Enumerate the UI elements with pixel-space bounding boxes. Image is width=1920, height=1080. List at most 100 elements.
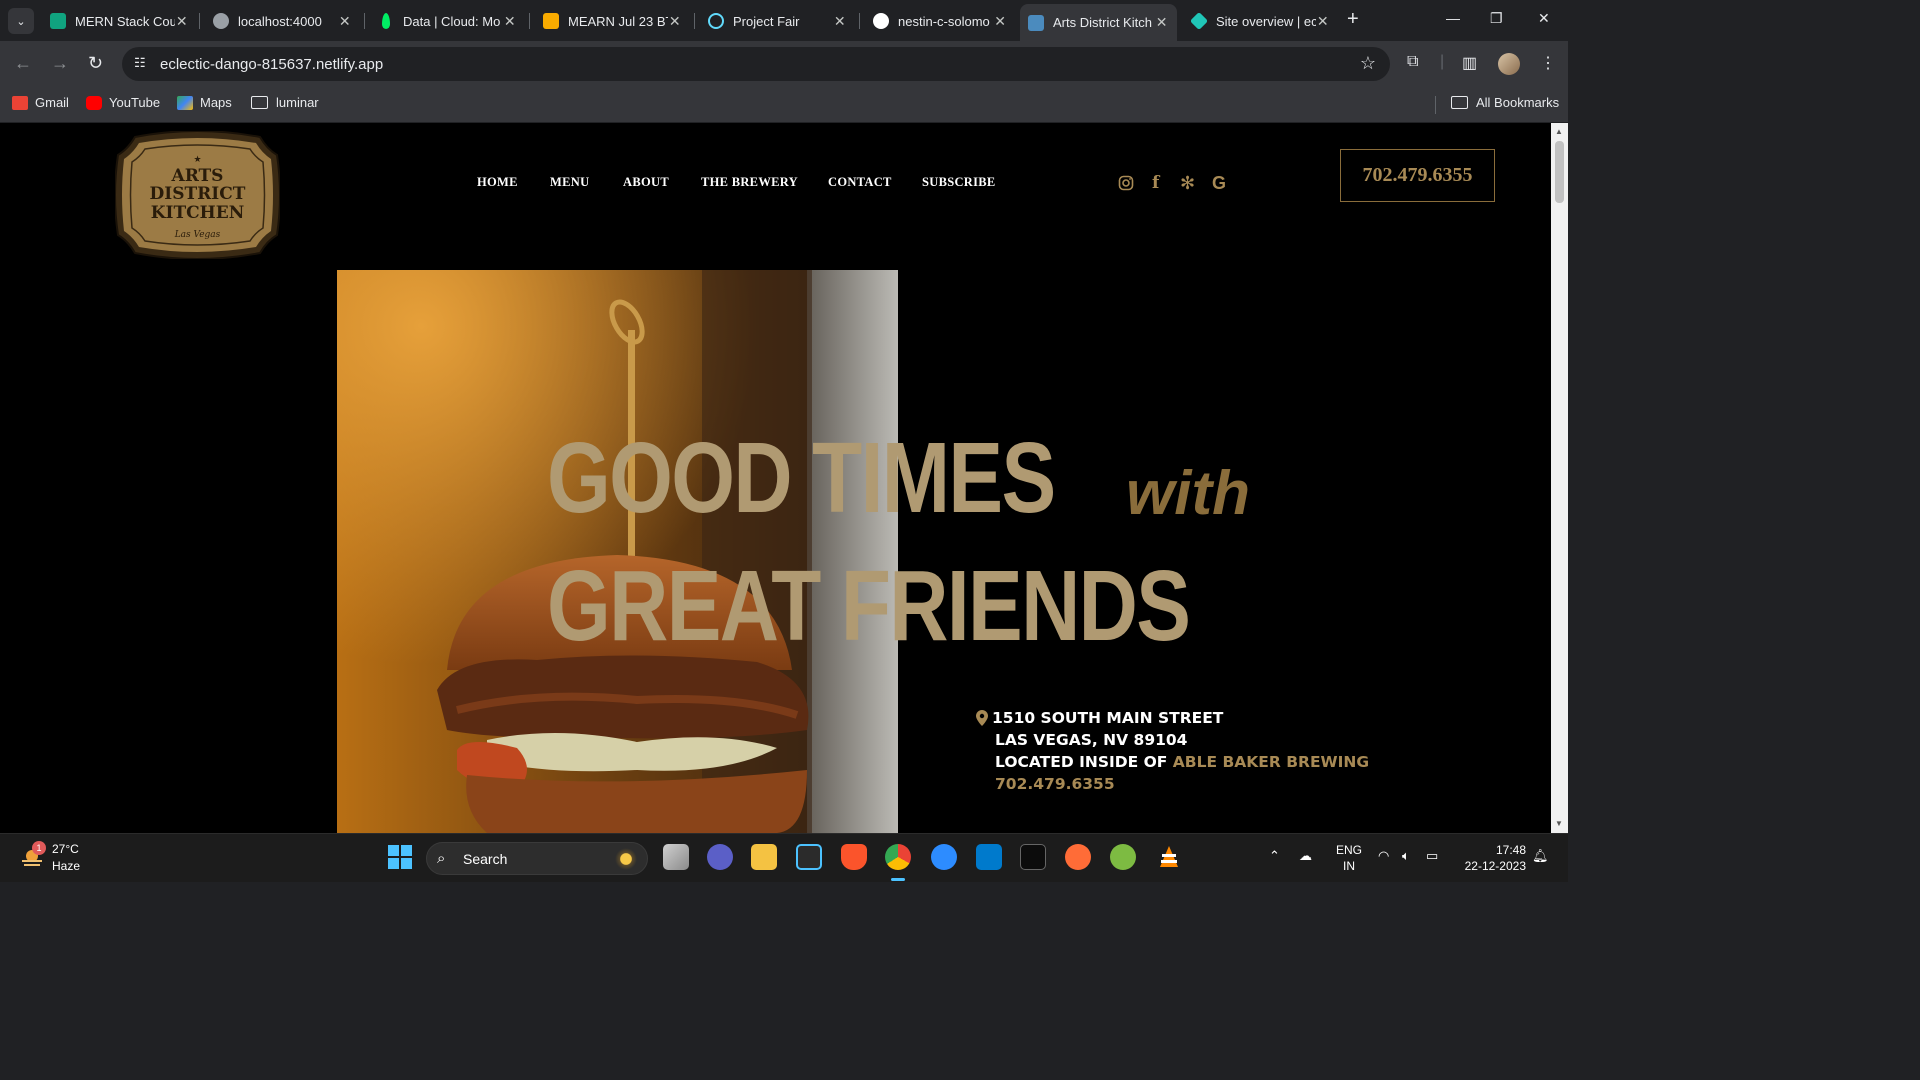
close-icon[interactable]: ✕ bbox=[833, 13, 847, 30]
forward-button[interactable]: → bbox=[51, 53, 69, 74]
scroll-thumb[interactable] bbox=[1555, 141, 1564, 203]
close-icon[interactable]: ✕ bbox=[338, 13, 352, 30]
zoom-icon[interactable] bbox=[931, 844, 957, 870]
nav-home[interactable]: HOME bbox=[477, 175, 518, 190]
phone-button[interactable]: 702.479.6355 bbox=[1340, 149, 1495, 202]
tab-2[interactable]: Data | Cloud: Mo ✕ bbox=[370, 6, 525, 36]
cloud-app-icon[interactable] bbox=[1110, 844, 1136, 870]
nav-about[interactable]: ABOUT bbox=[623, 175, 669, 190]
postman-icon[interactable] bbox=[1065, 844, 1091, 870]
scroll-down-arrow[interactable]: ▼ bbox=[1555, 819, 1563, 828]
brewery-link[interactable]: ABLE BAKER BREWING bbox=[1173, 753, 1369, 771]
vlc-icon[interactable] bbox=[1156, 844, 1182, 870]
address-bar[interactable]: ☷ eclectic-dango-815637.netlify.app ☆ bbox=[122, 47, 1390, 81]
wifi-icon[interactable]: ◠ bbox=[1378, 848, 1389, 864]
new-tab-button[interactable]: + bbox=[1347, 9, 1359, 29]
terminal-icon[interactable] bbox=[1020, 844, 1046, 870]
nav-subscribe[interactable]: SUBSCRIBE bbox=[922, 175, 996, 190]
task-view-icon[interactable] bbox=[663, 844, 689, 870]
search-icon: ⌕ bbox=[437, 850, 446, 867]
address-phone[interactable]: 702.479.6355 bbox=[995, 775, 1115, 793]
yelp-icon[interactable]: ✻ bbox=[1180, 173, 1195, 194]
tab-search-button[interactable]: ⌄ bbox=[8, 8, 34, 34]
restore-button[interactable]: ❐ bbox=[1490, 10, 1503, 27]
instagram-icon[interactable] bbox=[1118, 175, 1134, 191]
minimize-button[interactable]: — bbox=[1446, 10, 1460, 26]
google-icon[interactable]: G bbox=[1212, 173, 1226, 194]
battery-icon[interactable]: ▭ bbox=[1426, 848, 1438, 864]
vscode-icon[interactable] bbox=[976, 844, 1002, 870]
taskbar-search[interactable]: ⌕ Search bbox=[426, 842, 648, 875]
tab-1[interactable]: localhost:4000 ✕ bbox=[205, 6, 360, 36]
folder-icon bbox=[1451, 96, 1468, 109]
close-icon[interactable]: ✕ bbox=[668, 13, 682, 30]
side-panel-icon[interactable]: ▥ bbox=[1462, 53, 1477, 73]
system-clock[interactable]: 17:48 22-12-2023 bbox=[1465, 842, 1526, 874]
close-icon[interactable]: ✕ bbox=[993, 13, 1007, 30]
brave-browser-icon[interactable] bbox=[841, 844, 867, 870]
region-text: IN bbox=[1343, 859, 1355, 873]
tab-5[interactable]: nestin-c-solomo ✕ bbox=[865, 6, 1015, 36]
tab-divider bbox=[364, 13, 365, 29]
bookmark-folder-luminar[interactable]: luminar bbox=[251, 95, 319, 110]
show-hidden-icons-chevron-icon[interactable]: ⌃ bbox=[1269, 848, 1280, 864]
logo-text-arts: ARTS bbox=[171, 166, 224, 186]
page-scrollbar[interactable]: ▲ ▼ bbox=[1551, 123, 1568, 833]
arts-district-kitchen-logo[interactable]: ★ ARTS DISTRICT KITCHEN Las Vegas bbox=[115, 131, 280, 259]
all-bookmarks-button[interactable]: All Bookmarks bbox=[1451, 95, 1559, 110]
chrome-icon[interactable] bbox=[885, 844, 911, 870]
onedrive-icon[interactable]: ☁ bbox=[1299, 848, 1312, 864]
back-button[interactable]: ← bbox=[14, 53, 32, 74]
close-icon[interactable]: ✕ bbox=[1154, 14, 1169, 31]
weather-condition[interactable]: Haze bbox=[52, 859, 80, 873]
nav-menu[interactable]: MENU bbox=[550, 175, 589, 190]
gmail-icon bbox=[12, 95, 28, 110]
bookmark-star-icon[interactable]: ☆ bbox=[1360, 53, 1376, 74]
react-icon bbox=[708, 13, 724, 29]
site-settings-icon[interactable]: ☷ bbox=[134, 55, 152, 73]
reload-button[interactable]: ↻ bbox=[88, 53, 103, 74]
close-icon[interactable]: ✕ bbox=[175, 13, 189, 30]
folder-icon bbox=[251, 96, 268, 109]
bookmark-youtube[interactable]: YouTube bbox=[86, 95, 160, 110]
notification-bell-icon[interactable]: 🔔︎ bbox=[1532, 848, 1549, 864]
close-icon[interactable]: ✕ bbox=[503, 13, 517, 30]
language-indicator[interactable]: ENG IN bbox=[1336, 842, 1362, 874]
tab-7[interactable]: Site overview | ec ✕ bbox=[1183, 6, 1338, 36]
nav-contact[interactable]: CONTACT bbox=[828, 175, 892, 190]
headline-with: with bbox=[1126, 459, 1250, 528]
svg-text:★: ★ bbox=[193, 155, 201, 165]
bookmark-gmail[interactable]: Gmail bbox=[12, 95, 69, 110]
scroll-up-arrow[interactable]: ▲ bbox=[1555, 127, 1563, 136]
tab-title: nestin-c-solomo bbox=[898, 13, 990, 29]
search-label: Search bbox=[463, 851, 508, 867]
tab-4[interactable]: Project Fair ✕ bbox=[700, 6, 855, 36]
extensions-icon[interactable]: ⧉ bbox=[1407, 53, 1418, 71]
microsoft-store-icon[interactable] bbox=[796, 844, 822, 870]
classroom-icon bbox=[543, 13, 559, 29]
windows-start-icon[interactable] bbox=[387, 844, 413, 870]
volume-icon[interactable]: 🔈︎ bbox=[1402, 848, 1410, 864]
close-icon[interactable]: ✕ bbox=[1316, 13, 1330, 30]
avatar[interactable] bbox=[1498, 53, 1520, 75]
tab-6-active[interactable]: Arts District Kitch ✕ bbox=[1020, 4, 1177, 41]
site-favicon-icon bbox=[1028, 14, 1044, 31]
bookmarks-bar: Gmail YouTube Maps luminar All Bookmarks bbox=[0, 87, 1568, 123]
nav-the-brewery[interactable]: THE BREWERY bbox=[701, 175, 798, 190]
close-window-button[interactable]: ✕ bbox=[1538, 10, 1550, 27]
menu-kebab-icon[interactable]: ⋮ bbox=[1540, 53, 1556, 73]
teams-chat-icon[interactable] bbox=[707, 844, 733, 870]
toolbar-divider: | bbox=[1440, 53, 1445, 70]
tab-divider bbox=[199, 13, 200, 29]
facebook-icon[interactable]: f bbox=[1152, 173, 1159, 193]
youtube-icon bbox=[86, 95, 102, 110]
clock-time: 17:48 bbox=[1495, 843, 1526, 857]
bookmark-label: All Bookmarks bbox=[1476, 95, 1560, 110]
url-text[interactable]: eclectic-dango-815637.netlify.app bbox=[160, 56, 383, 73]
weather-temp[interactable]: 27°C bbox=[52, 842, 79, 856]
tab-0[interactable]: MERN Stack Cou ✕ bbox=[42, 6, 197, 36]
bookmark-maps[interactable]: Maps bbox=[177, 95, 232, 110]
file-explorer-icon[interactable] bbox=[751, 844, 777, 870]
map-pin-icon bbox=[976, 710, 988, 726]
tab-3[interactable]: MEARN Jul 23 BT ✕ bbox=[535, 6, 690, 36]
